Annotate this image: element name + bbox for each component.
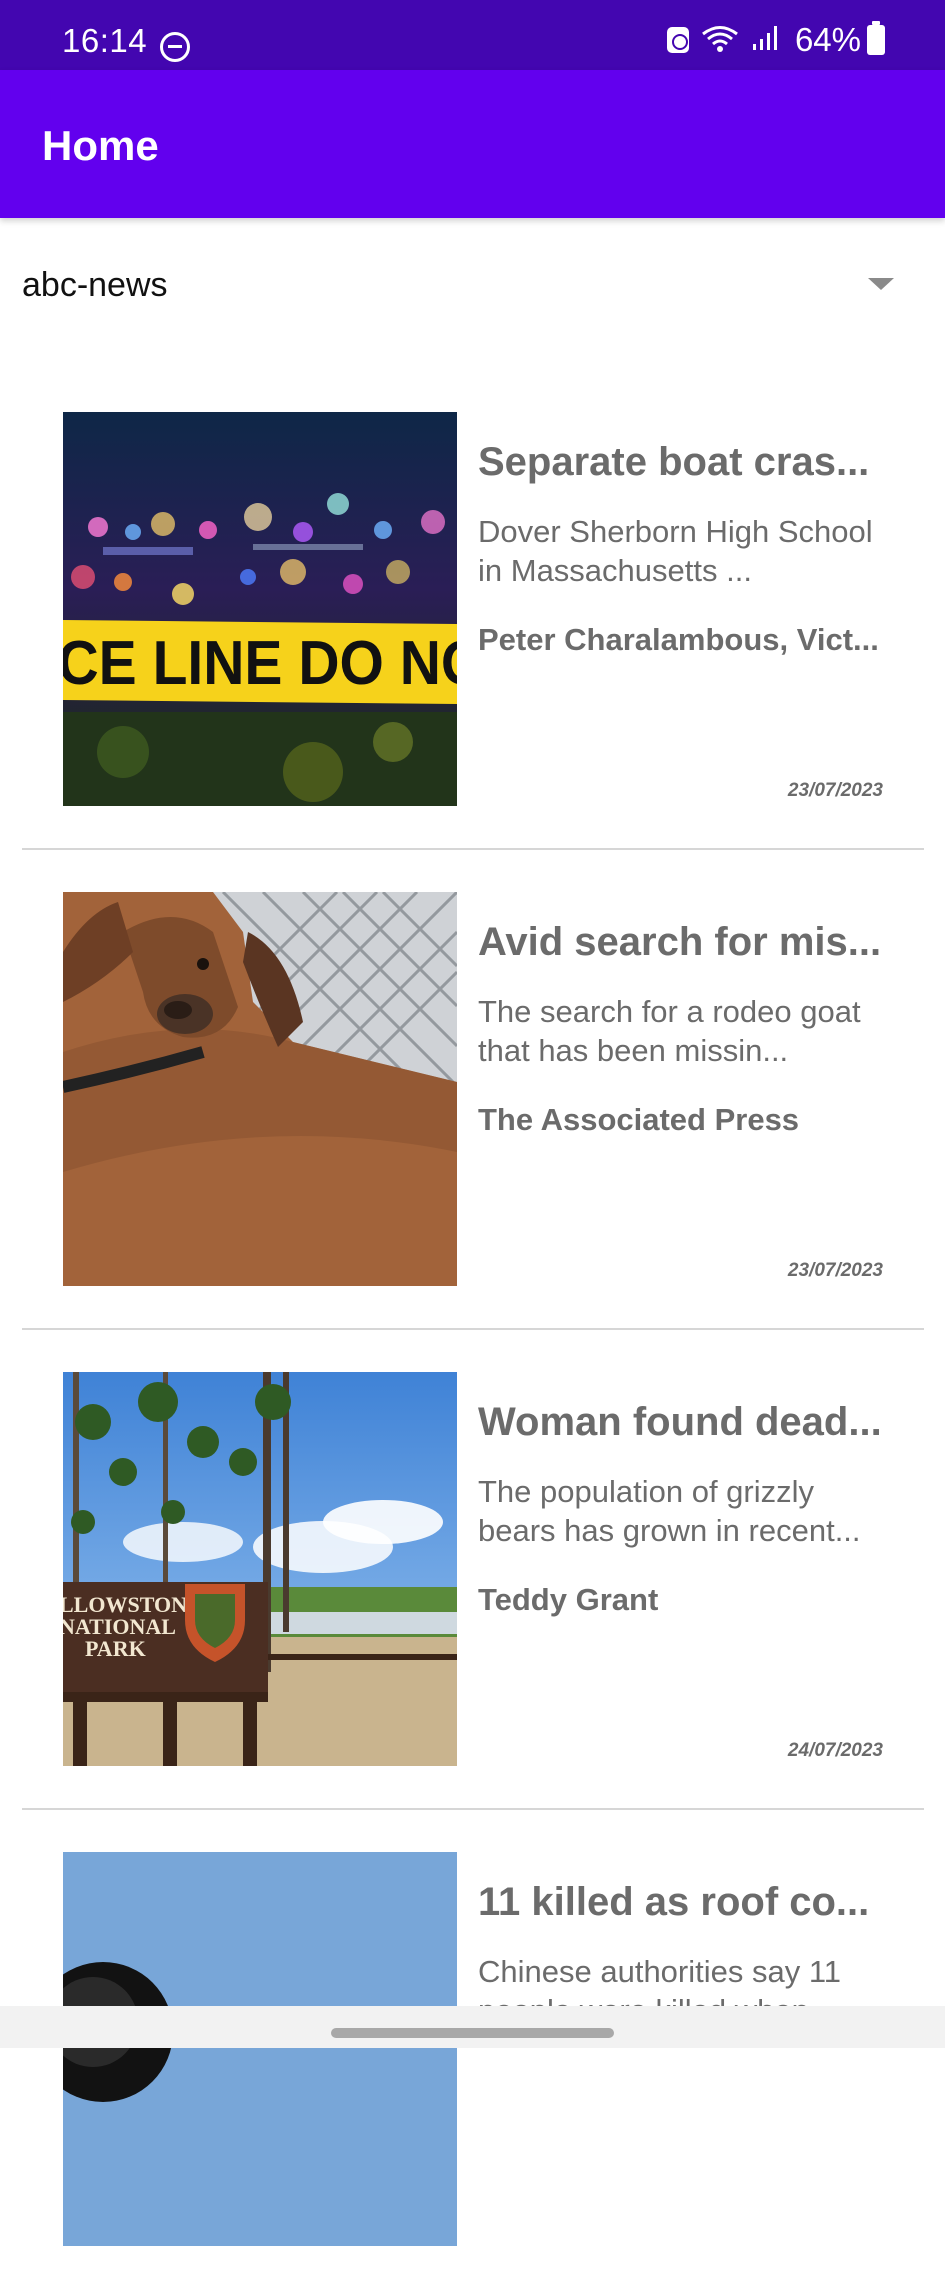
article-image-text: PARK <box>85 1636 146 1661</box>
dropdown-arrow-icon[interactable] <box>868 278 894 290</box>
article-title[interactable]: 11 killed as roof co... <box>478 1880 883 1925</box>
wifi-icon <box>701 23 739 58</box>
signal-icon <box>751 24 781 57</box>
article-card[interactable]: Avid search for mis... The search for a … <box>0 840 945 1330</box>
article-author: Teddy Grant <box>478 1582 659 1617</box>
article-description: The search for a rodeo goat that has bee… <box>478 994 861 1068</box>
recycle-icon <box>666 27 689 53</box>
article-image: LLOWSTONE NATIONAL PARK <box>63 1372 457 1766</box>
article-description: Dover Sherborn High School in Massachuse… <box>478 514 873 588</box>
home-gesture-handle[interactable] <box>331 2028 614 2038</box>
battery-icon <box>867 21 885 55</box>
status-icons: 64% <box>655 21 885 58</box>
do-not-disturb-icon <box>160 32 190 62</box>
article-title[interactable]: Woman found dead... <box>478 1400 883 1445</box>
article-card[interactable]: LLOWSTONE NATIONAL PARK Woman found dead… <box>0 1320 945 1810</box>
app-bar-title: Home <box>42 122 159 169</box>
article-image-text: CE LINE DO NOT C <box>63 628 457 698</box>
app-bar: Home <box>0 70 945 218</box>
article-description: The population of grizzly bears has grow… <box>478 1474 861 1548</box>
article-image <box>63 1852 457 2246</box>
article-author: Peter Charalambous, Vict... <box>478 622 879 657</box>
article-date: 24/07/2023 <box>787 1740 883 1761</box>
article-image <box>63 892 457 1286</box>
navigation-bar <box>0 2006 945 2048</box>
article-title[interactable]: Separate boat cras... <box>478 440 883 485</box>
article-image: CE LINE DO NOT C <box>63 412 457 806</box>
article-date: 23/07/2023 <box>787 1260 883 1281</box>
article-date: 23/07/2023 <box>787 780 883 801</box>
source-dropdown-value: abc-news <box>22 266 168 304</box>
source-dropdown[interactable]: abc-news <box>0 248 945 320</box>
battery-percentage: 64% <box>794 21 861 58</box>
status-bar: 16:14 64% <box>0 0 945 70</box>
article-title[interactable]: Avid search for mis... <box>478 920 883 965</box>
article-author: The Associated Press <box>478 1102 800 1137</box>
status-time: 16:14 <box>62 22 148 59</box>
article-card[interactable]: CE LINE DO NOT C Separate boat cras... D… <box>0 360 945 850</box>
